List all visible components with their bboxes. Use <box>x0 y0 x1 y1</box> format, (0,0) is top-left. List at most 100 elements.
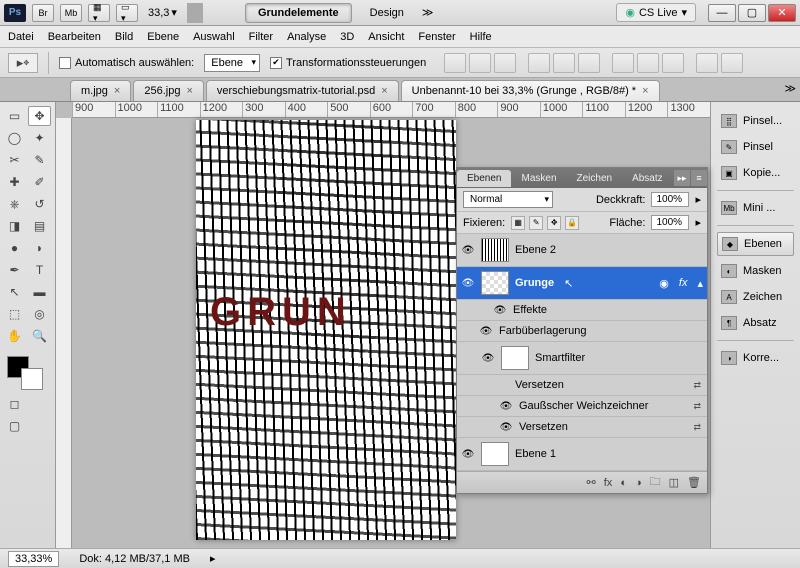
quickmask-toggle[interactable]: ◻ <box>3 394 26 414</box>
align-hcenter-icon[interactable] <box>553 53 575 73</box>
window-maximize[interactable]: ▢ <box>738 4 766 22</box>
panel-menu-icon[interactable]: ≡ <box>691 170 707 186</box>
window-minimize[interactable]: — <box>708 4 736 22</box>
menu-ebene[interactable]: Ebene <box>147 31 179 43</box>
crop-tool[interactable]: ✂ <box>3 150 26 170</box>
filtermask-thumb[interactable] <box>501 346 529 370</box>
heal-tool[interactable]: ✚ <box>3 172 26 192</box>
eyedropper-tool[interactable]: ✎ <box>28 150 51 170</box>
align-vcenter-icon[interactable] <box>469 53 491 73</box>
layer-row-selected[interactable]: 👁 Grunge ↖ ◉ fx ▴ <box>457 267 707 300</box>
zoom-field[interactable]: 33,33% <box>8 551 59 567</box>
smartfilter-header[interactable]: 👁 Smartfilter <box>457 342 707 375</box>
adjust-add-icon[interactable]: ◑ <box>635 477 642 489</box>
auto-select-scope[interactable]: Ebene <box>204 54 260 72</box>
zoom-combo[interactable]: 33,3 ▾ <box>144 6 181 19</box>
brush-tool[interactable]: ✐ <box>28 172 51 192</box>
trash-icon[interactable]: 🗑 <box>687 476 701 489</box>
color-swatches[interactable] <box>3 354 52 394</box>
layer-name[interactable]: Ebene 2 <box>515 244 556 256</box>
visibility-icon[interactable]: 👁 <box>461 449 475 460</box>
workspace-design[interactable]: Design <box>358 4 416 22</box>
fill-field[interactable]: 100% <box>651 215 689 230</box>
panel-collapse-icon[interactable]: ▸▸ <box>674 170 690 186</box>
visibility-icon[interactable]: 👁 <box>499 422 513 433</box>
menu-filter[interactable]: Filter <box>249 31 273 43</box>
menu-datei[interactable]: Datei <box>8 31 34 43</box>
dock-mini[interactable]: MbMini ... <box>717 197 794 219</box>
menu-fenster[interactable]: Fenster <box>418 31 455 43</box>
distribute-v-icon[interactable] <box>637 53 659 73</box>
lock-paint-icon[interactable]: ✎ <box>529 216 543 230</box>
mask-add-icon[interactable]: ◐ <box>620 477 627 489</box>
align-top-icon[interactable] <box>444 53 466 73</box>
menu-bearbeiten[interactable]: Bearbeiten <box>48 31 101 43</box>
menu-ansicht[interactable]: Ansicht <box>368 31 404 43</box>
workspace-more[interactable]: ≫ <box>422 6 434 19</box>
doc-tab-active[interactable]: Unbenannt-10 bei 33,3% (Grunge , RGB/8#)… <box>401 80 660 101</box>
dock-absatz[interactable]: ¶Absatz <box>717 312 794 334</box>
wand-tool[interactable]: ✦ <box>28 128 51 148</box>
transform-controls-check[interactable]: ✔ Transformationssteuerungen <box>270 57 426 69</box>
close-icon[interactable]: × <box>186 85 192 97</box>
align-left-icon[interactable] <box>528 53 550 73</box>
marquee-tool[interactable]: ▭ <box>3 106 26 126</box>
arrange-dropdown[interactable]: ▦ ▾ <box>88 4 110 22</box>
chevron-icon[interactable]: ▸ <box>695 193 701 206</box>
dodge-tool[interactable]: ◗ <box>28 238 51 258</box>
dock-pinsel[interactable]: ✎Pinsel <box>717 136 794 158</box>
extras-dropdown[interactable]: ▭ ▾ <box>116 4 138 22</box>
close-icon[interactable]: × <box>114 85 120 97</box>
status-chevron-icon[interactable]: ▸ <box>210 552 216 565</box>
filter-options-icon[interactable]: ⇄ <box>693 380 701 391</box>
filter-row[interactable]: 👁 Versetzen⇄ <box>457 417 707 438</box>
align-right-icon[interactable] <box>578 53 600 73</box>
layer-row[interactable]: 👁 Ebene 2 <box>457 234 707 267</box>
filter-options-icon[interactable]: ⇄ <box>693 422 701 433</box>
layer-thumb[interactable] <box>481 271 509 295</box>
opacity-field[interactable]: 100% <box>651 192 689 207</box>
close-icon[interactable]: × <box>642 85 648 97</box>
link-icon[interactable]: ⚯ <box>587 476 596 489</box>
camera-tool[interactable]: ◎ <box>28 304 51 324</box>
visibility-icon[interactable]: 👁 <box>461 278 475 289</box>
visibility-icon[interactable]: 👁 <box>493 305 507 316</box>
visibility-icon[interactable]: 👁 <box>479 326 493 337</box>
align-bottom-icon[interactable] <box>494 53 516 73</box>
visibility-icon[interactable]: 👁 <box>499 401 513 412</box>
bridge-button[interactable]: Br <box>32 4 54 22</box>
layer-name[interactable]: Ebene 1 <box>515 448 556 460</box>
filter-row[interactable]: 👁 Gaußscher Weichzeichner⇄ <box>457 396 707 417</box>
visibility-icon[interactable]: 👁 <box>461 245 475 256</box>
lock-all-icon[interactable]: 🔒 <box>565 216 579 230</box>
layer-thumb[interactable] <box>481 442 509 466</box>
dock-ebenen[interactable]: ◆Ebenen <box>717 232 794 256</box>
current-tool-icon[interactable]: ▸✥ <box>8 53 38 73</box>
path-tool[interactable]: ↖ <box>3 282 26 302</box>
gradient-tool[interactable]: ▤ <box>28 216 51 236</box>
pen-tool[interactable]: ✒ <box>3 260 26 280</box>
menu-auswahl[interactable]: Auswahl <box>193 31 235 43</box>
menu-analyse[interactable]: Analyse <box>287 31 326 43</box>
background-swatch[interactable] <box>21 368 43 390</box>
tabs-overflow[interactable]: ≫ <box>784 82 796 95</box>
doc-tab[interactable]: verschiebungsmatrix-tutorial.psd× <box>206 80 399 101</box>
type-tool[interactable]: T <box>28 260 51 280</box>
panel-tab-absatz[interactable]: Absatz <box>622 170 673 187</box>
blend-mode-combo[interactable]: Normal <box>463 191 553 208</box>
hand-tool[interactable]: ✋ <box>3 326 26 346</box>
dock-kopie[interactable]: ▣Kopie... <box>717 162 794 184</box>
fx-icon[interactable]: fx <box>679 277 688 289</box>
history-brush-tool[interactable]: ↺ <box>28 194 51 214</box>
group-icon[interactable]: 🗀 <box>650 473 661 492</box>
distribute-icon[interactable] <box>662 53 684 73</box>
3d-tool[interactable]: ⬚ <box>3 304 26 324</box>
chevron-icon[interactable]: ▸ <box>695 216 701 229</box>
auto-align-icon[interactable] <box>696 53 718 73</box>
lock-move-icon[interactable]: ✥ <box>547 216 561 230</box>
close-icon[interactable]: × <box>381 85 387 97</box>
canvas[interactable]: GRUN <box>196 120 456 540</box>
layer-name[interactable]: Grunge <box>515 277 554 289</box>
dock-zeichen[interactable]: AZeichen <box>717 286 794 308</box>
panel-tab-masken[interactable]: Masken <box>511 170 566 187</box>
